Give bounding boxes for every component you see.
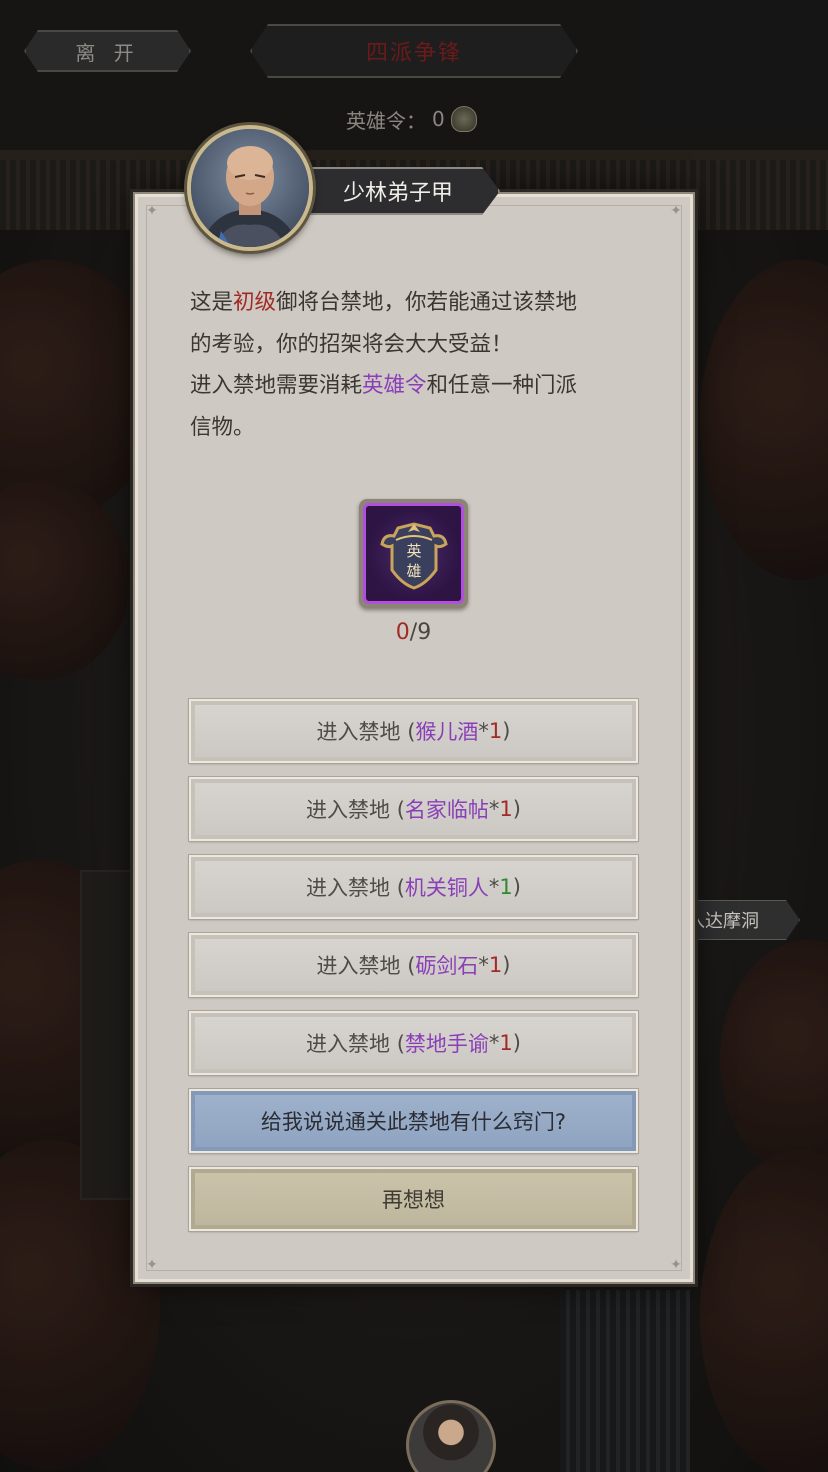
dialog-line: 的考验，你的招架将会大大受益！ bbox=[190, 331, 513, 357]
hero-token-label: 英雄令： bbox=[346, 108, 426, 133]
option-prefix: 进入禁地 ( bbox=[316, 720, 416, 744]
page-title: 四派争锋 bbox=[250, 24, 578, 78]
hero-token-item-frame: 英 雄 bbox=[363, 503, 464, 604]
npc-name-plate: 少林弟子甲 bbox=[304, 167, 500, 215]
option-item-name: 砺剑石 bbox=[415, 954, 479, 978]
option-qty-star: * bbox=[488, 875, 500, 899]
required-item-name: 英雄令 bbox=[362, 373, 427, 398]
item-count: 0/9 bbox=[359, 620, 468, 645]
option-qty: 1 bbox=[499, 797, 513, 821]
option-item-name: 禁地手谕 bbox=[404, 1032, 489, 1056]
hero-token-item-slot[interactable]: 英 雄 bbox=[359, 499, 468, 608]
option-prefix: 进入禁地 ( bbox=[306, 876, 405, 900]
item-count-have: 0 bbox=[395, 620, 410, 645]
enter-forbidden-area-button[interactable]: 进入禁地 (机关铜人 * 1) bbox=[188, 854, 639, 920]
corner-ornament-icon: ✦ bbox=[670, 1257, 682, 1273]
svg-text:英: 英 bbox=[406, 542, 421, 560]
item-count-need: /9 bbox=[409, 620, 432, 645]
dialog-message: 这是初级御将台禁地，你若能通过该禁地 的考验，你的招架将会大大受益！ 进入禁地需… bbox=[190, 282, 640, 448]
option-suffix: ) bbox=[502, 719, 511, 743]
option-prefix: 进入禁地 ( bbox=[306, 798, 405, 822]
enter-forbidden-area-button[interactable]: 进入禁地 (砺剑石 * 1) bbox=[188, 932, 639, 998]
option-qty-star: * bbox=[478, 953, 489, 977]
enter-forbidden-area-button[interactable]: 进入禁地 (禁地手谕 * 1) bbox=[188, 1010, 639, 1076]
option-prefix: 进入禁地 ( bbox=[316, 954, 416, 978]
enter-forbidden-area-button[interactable]: 进入禁地 (猴儿酒 * 1) bbox=[188, 698, 639, 764]
hero-token-value: 0 bbox=[432, 107, 445, 131]
difficulty-level: 初级 bbox=[233, 290, 277, 315]
enter-forbidden-area-button[interactable]: 进入禁地 (名家临帖 * 1) bbox=[188, 776, 639, 842]
option-qty-star: * bbox=[478, 719, 489, 743]
option-qty: 1 bbox=[499, 875, 513, 899]
dialog-line: 进入禁地需要消耗英雄令和任意一种门派 bbox=[190, 373, 578, 398]
ask-for-tips-button[interactable]: 给我说说通关此禁地有什么窍门? bbox=[188, 1088, 639, 1154]
corner-ornament-icon: ✦ bbox=[146, 203, 158, 219]
svg-text:雄: 雄 bbox=[406, 562, 421, 580]
hero-token-counter: 英雄令： 0 bbox=[346, 104, 477, 134]
option-suffix: ) bbox=[502, 953, 511, 977]
option-qty: 1 bbox=[488, 953, 503, 977]
hero-token-emblem-icon: 英 雄 bbox=[379, 521, 448, 590]
option-suffix: ) bbox=[512, 797, 521, 821]
option-suffix: ) bbox=[512, 1031, 521, 1055]
ask-for-tips-label: 给我说说通关此禁地有什么窍门? bbox=[260, 1110, 567, 1134]
option-item-name: 名家临帖 bbox=[404, 798, 489, 822]
option-prefix: 进入禁地 ( bbox=[306, 1032, 405, 1056]
option-qty: 1 bbox=[488, 719, 503, 743]
enter-dharma-cave-button[interactable]: 入达摩洞 bbox=[680, 900, 800, 940]
option-item-name: 猴儿酒 bbox=[415, 720, 479, 744]
option-qty-star: * bbox=[488, 1031, 500, 1055]
leave-button[interactable]: 离 开 bbox=[24, 30, 191, 72]
option-suffix: ) bbox=[512, 875, 521, 899]
option-item-name: 机关铜人 bbox=[404, 876, 489, 900]
think-again-button[interactable]: 再想想 bbox=[188, 1166, 639, 1232]
monk-portrait-icon bbox=[191, 129, 309, 247]
think-again-label: 再想想 bbox=[382, 1188, 445, 1212]
hero-token-icon bbox=[450, 106, 477, 132]
option-qty: 1 bbox=[499, 1031, 513, 1055]
option-qty-star: * bbox=[488, 797, 500, 821]
dialog-line: 这是初级御将台禁地，你若能通过该禁地 bbox=[190, 290, 578, 315]
dialog-line: 信物。 bbox=[190, 414, 255, 440]
npc-portrait bbox=[187, 125, 313, 251]
corner-ornament-icon: ✦ bbox=[670, 203, 682, 219]
corner-ornament-icon: ✦ bbox=[146, 1257, 158, 1273]
